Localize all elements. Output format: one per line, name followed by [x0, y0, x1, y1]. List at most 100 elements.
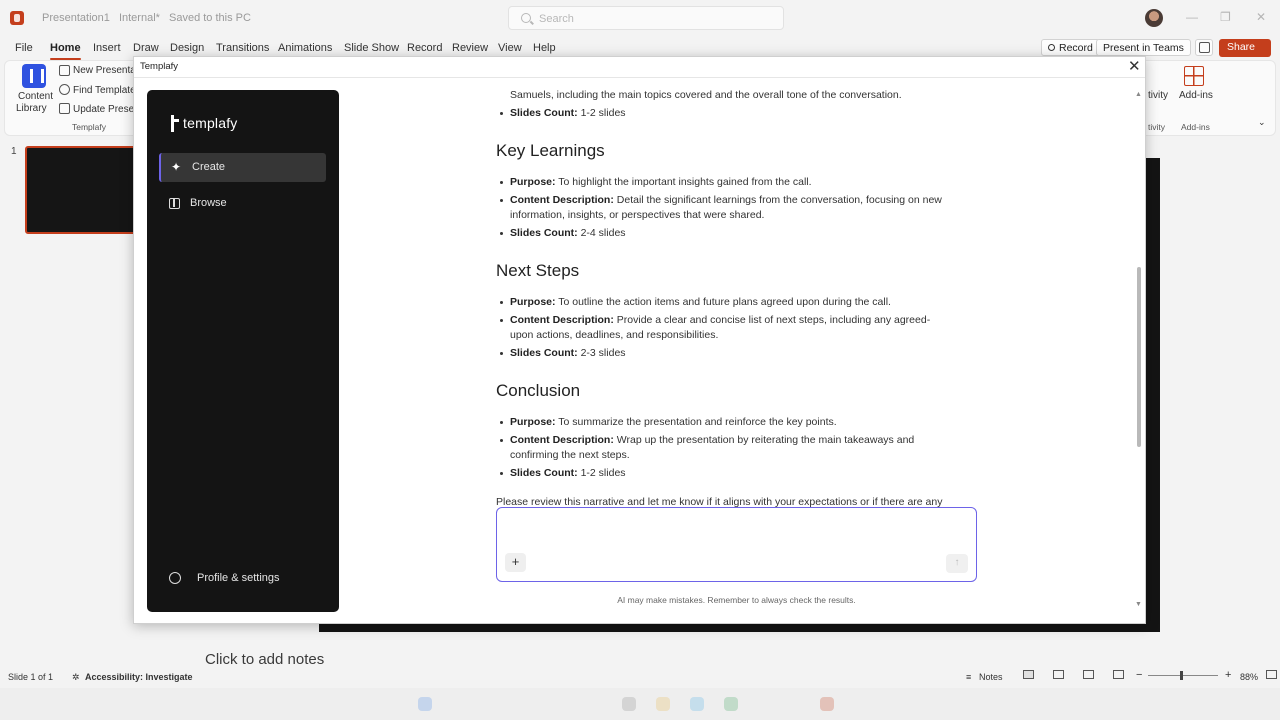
bullet-value: To outline the action items and future p…	[558, 296, 891, 308]
templafy-group-label: Templafy	[72, 122, 107, 132]
new-presentation-icon	[59, 65, 70, 76]
tab-record[interactable]: Record	[407, 42, 442, 54]
nav-item-label: Create	[192, 161, 226, 173]
tab-home[interactable]: Home	[50, 42, 81, 60]
search-icon	[521, 13, 531, 23]
slide-count-status: Slide 1 of 1	[8, 672, 54, 682]
zoom-level[interactable]: 88%	[1240, 672, 1258, 682]
section-heading: Next Steps	[496, 261, 580, 280]
list-item: Purpose: To outline the action items and…	[500, 295, 972, 310]
document-title[interactable]: Presentation1 Internal* Saved to this PC	[42, 12, 257, 24]
section-heading: Key Learnings	[496, 141, 605, 160]
slide-sorter-icon[interactable]	[1053, 670, 1064, 679]
tab-view[interactable]: View	[498, 42, 522, 54]
zoom-slider-thumb[interactable]	[1180, 671, 1183, 680]
save-status: Saved to this PC	[169, 12, 251, 24]
activity-button[interactable]: tivity	[1148, 90, 1168, 101]
tab-slide-show[interactable]: Slide Show	[344, 42, 399, 54]
find-template-button[interactable]: Find Template	[73, 85, 136, 96]
nav-item-browse[interactable]: Browse	[159, 189, 326, 218]
tab-file[interactable]: File	[15, 42, 33, 54]
list-item: Slides Count: 2-3 slides	[500, 346, 972, 361]
tab-insert[interactable]: Insert	[93, 42, 121, 54]
bullet-value: Wrap up the presentation by reiterating …	[616, 434, 915, 446]
zoom-slider[interactable]	[1148, 675, 1218, 676]
normal-view-icon[interactable]	[1023, 670, 1034, 679]
find-template-icon	[59, 84, 70, 95]
add-attachment-button[interactable]: +	[505, 553, 526, 572]
bullet-label: Purpose:	[510, 176, 556, 188]
search-placeholder: Search	[539, 13, 574, 25]
comments-button[interactable]	[1195, 39, 1213, 56]
bullet-label: Content Description:	[510, 194, 614, 206]
list-item: Slides Count: 1-2 slides	[500, 106, 972, 121]
slide-thumbnail[interactable]	[25, 146, 137, 234]
present-in-teams-label: Present in Teams	[1103, 42, 1184, 54]
templafy-dialog: Templafy ✕ templafy ✦ Create Browse Prof…	[133, 56, 1146, 624]
scrollbar[interactable]	[1137, 267, 1141, 447]
accessibility-status[interactable]: Accessibility: Investigate	[85, 672, 193, 682]
reading-view-icon[interactable]	[1083, 670, 1094, 679]
taskbar-app-icon[interactable]	[690, 697, 704, 711]
intro-text: Samuels, including the main topics cover…	[510, 89, 902, 101]
minimize-button[interactable]: —	[1186, 10, 1198, 24]
ribbon-collapse-chevron-icon[interactable]: ⌄	[1258, 117, 1266, 128]
templafy-sidebar: templafy ✦ Create Browse Profile & setti…	[147, 90, 339, 612]
tab-review[interactable]: Review	[452, 42, 488, 54]
list-item: Slides Count: 1-2 slides	[500, 466, 972, 481]
send-button[interactable]: ↑	[946, 554, 968, 573]
record-button[interactable]: Record	[1041, 39, 1100, 56]
profile-icon	[169, 572, 181, 584]
sensitivity-label[interactable]: Internal*	[119, 12, 160, 24]
nav-item-create[interactable]: ✦ Create	[159, 153, 326, 182]
taskbar-app-icon[interactable]	[724, 697, 738, 711]
list-item: Slides Count: 2-4 slides	[500, 226, 972, 241]
tab-draw[interactable]: Draw	[133, 42, 159, 54]
tab-animations[interactable]: Animations	[278, 42, 332, 54]
taskbar-app-icon[interactable]	[418, 697, 432, 711]
bullet-label: Slides Count:	[510, 347, 578, 359]
dialog-title: Templafy	[140, 61, 179, 72]
comment-icon	[1199, 42, 1210, 53]
scroll-up-icon[interactable]: ▲	[1135, 91, 1142, 98]
taskbar-app-icon[interactable]	[656, 697, 670, 711]
content-library-label-2[interactable]: Library	[16, 103, 47, 114]
accessibility-icon: ✲	[72, 672, 80, 682]
section-heading: Conclusion	[496, 381, 581, 400]
bullet-value: Provide a clear and concise list of next…	[616, 314, 931, 326]
notes-toggle[interactable]: Notes	[979, 672, 1003, 682]
list-item: Content Description: Wrap up the present…	[500, 433, 972, 448]
add-ins-button[interactable]: Add-ins	[1179, 90, 1213, 101]
bullet-value: To highlight the important insights gain…	[558, 176, 812, 188]
slideshow-view-icon[interactable]	[1113, 670, 1124, 679]
window-close-button[interactable]: ✕	[1256, 10, 1266, 24]
zoom-out-button[interactable]: −	[1136, 669, 1142, 681]
list-item: Content Description: Detail the signific…	[500, 193, 972, 208]
zoom-in-button[interactable]: +	[1225, 669, 1231, 681]
ai-disclaimer: AI may make mistakes. Remember to always…	[617, 595, 856, 605]
present-in-teams-button[interactable]: Present in Teams	[1096, 39, 1191, 56]
search-input[interactable]: Search	[508, 6, 784, 30]
bullet-label: Purpose:	[510, 416, 556, 428]
chat-input[interactable]: + ↑	[496, 507, 977, 582]
bullet-value: 1-2 slides	[580, 107, 626, 119]
tab-design[interactable]: Design	[170, 42, 204, 54]
chat-response: Samuels, including the main topics cover…	[496, 77, 976, 508]
bullet-label: Slides Count:	[510, 227, 578, 239]
bullet-label: Slides Count:	[510, 467, 578, 479]
restore-button[interactable]: ❐	[1220, 10, 1231, 24]
content-library-label[interactable]: Content	[18, 91, 53, 102]
scroll-down-icon[interactable]: ▼	[1135, 601, 1142, 608]
record-icon	[1048, 44, 1055, 51]
tab-help[interactable]: Help	[533, 42, 556, 54]
dialog-close-button[interactable]: ✕	[1128, 57, 1141, 75]
share-button[interactable]: Share	[1219, 39, 1271, 57]
bullet-value: 1-2 slides	[580, 467, 626, 479]
taskbar-app-icon[interactable]	[820, 697, 834, 711]
fit-to-window-icon[interactable]	[1266, 670, 1277, 679]
tab-transitions[interactable]: Transitions	[216, 42, 269, 54]
content-library-icon[interactable]	[22, 64, 46, 88]
user-avatar[interactable]	[1145, 9, 1163, 27]
add-ins-icon[interactable]	[1184, 66, 1204, 86]
taskbar-app-icon[interactable]	[622, 697, 636, 711]
